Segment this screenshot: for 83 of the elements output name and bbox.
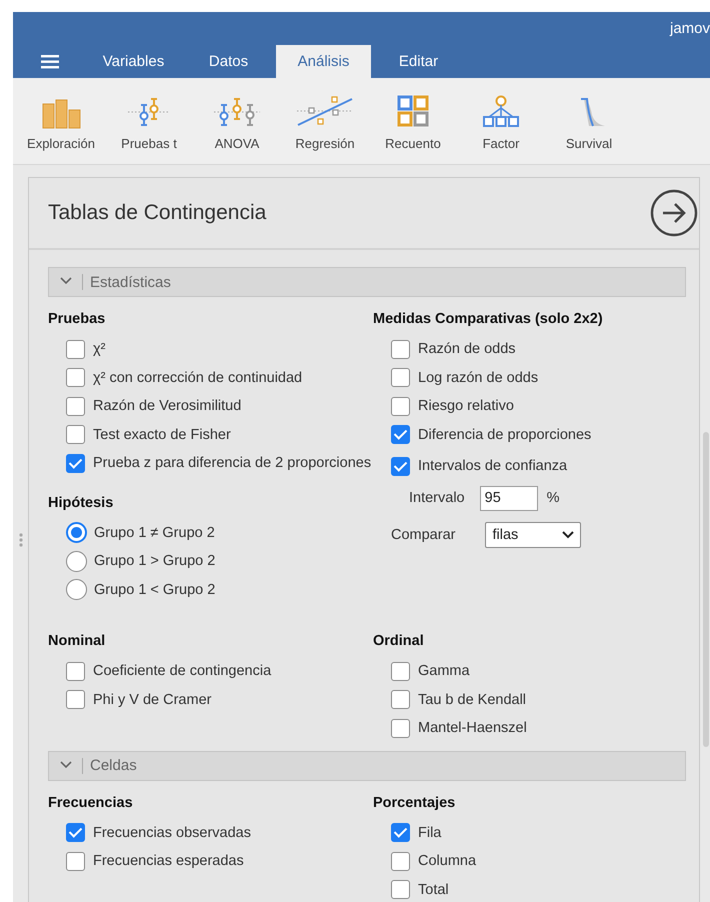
group-heading: Hipótesis — [48, 494, 114, 512]
group-heading: Ordinal — [373, 632, 425, 651]
menu-icon[interactable] — [40, 54, 58, 68]
option-label: Prueba z para diferencia de 2 proporciones — [93, 455, 372, 472]
checkbox[interactable] — [391, 456, 410, 476]
checkbox[interactable] — [66, 852, 85, 871]
checkbox[interactable] — [391, 340, 410, 359]
tab[interactable]: Editar — [371, 45, 466, 78]
arrow-right-button[interactable] — [650, 189, 698, 237]
section-header[interactable]: Estadísticas — [48, 267, 686, 297]
checkbox[interactable] — [391, 425, 410, 444]
option-label: Frecuencias observadas — [93, 824, 251, 841]
field-label: Intervalo — [409, 490, 465, 506]
checkbox[interactable] — [391, 368, 410, 388]
option-label: Test exacto de Fisher — [93, 426, 231, 443]
section-header[interactable]: Celdas — [48, 750, 686, 780]
tab[interactable]: Variables — [86, 45, 181, 78]
option-label: Frecuencias esperadas — [93, 853, 244, 870]
error-bars-icon — [127, 95, 171, 129]
checkbox[interactable] — [391, 823, 410, 842]
radio-button[interactable] — [66, 579, 87, 600]
option-label: Mantel-Haenszel — [418, 720, 527, 736]
field-label: Comparar — [391, 527, 456, 543]
unit-label: % — [546, 490, 560, 506]
window-title: jamov — [670, 20, 710, 37]
checkbox[interactable] — [391, 852, 410, 871]
option-label: Diferencia de proporciones — [418, 426, 592, 443]
panel-title: Tablas de Contingencia — [48, 201, 266, 225]
checkbox[interactable] — [391, 396, 410, 416]
radio-button[interactable] — [66, 522, 87, 544]
chevron-down-icon — [60, 760, 72, 770]
error-bars-icon — [213, 95, 261, 129]
option-label: χ² con corrección de continuidad — [93, 370, 302, 386]
option-label: Intervalos de confianza — [418, 458, 568, 474]
checkbox[interactable] — [66, 823, 85, 842]
checkbox[interactable] — [391, 662, 410, 681]
option-label: Fila — [418, 824, 442, 841]
option-label: Grupo 1 < Grupo 2 — [94, 582, 216, 598]
checkbox[interactable] — [66, 662, 85, 681]
option-label: Log razón de odds — [418, 370, 538, 386]
checkbox[interactable] — [66, 454, 85, 473]
select-field[interactable]: filas — [485, 522, 582, 548]
option-label: χ² — [93, 341, 106, 358]
option-label: Phi y V de Cramer — [93, 692, 212, 708]
group-heading: Nominal — [48, 632, 106, 651]
group-heading: Medidas Comparativas (solo 2x2) — [373, 310, 604, 329]
checkbox[interactable] — [391, 880, 410, 900]
group-heading: Frecuencias — [48, 794, 134, 812]
tab[interactable]: Análisis — [276, 45, 371, 78]
drag-handle-icon — [18, 532, 22, 546]
option-label: Grupo 1 > Grupo 2 — [94, 553, 216, 570]
radio-button[interactable] — [66, 550, 87, 572]
option-label: Coeficiente de contingencia — [93, 663, 272, 680]
checkbox[interactable] — [66, 340, 85, 359]
toolbar-button[interactable]: Factor — [457, 78, 545, 164]
option-label: Razón de Verosimilitud — [93, 398, 242, 414]
checkbox[interactable] — [66, 396, 85, 416]
checkbox[interactable] — [66, 425, 85, 444]
group-heading: Porcentajes — [373, 794, 456, 812]
tab[interactable]: Datos — [181, 45, 276, 78]
scrollbar[interactable] — [703, 432, 709, 747]
chevron-down-icon — [60, 277, 72, 287]
checkbox[interactable] — [391, 690, 410, 710]
toolbar-button[interactable]: Survival — [545, 78, 633, 164]
toolbar-button[interactable]: Exploración — [17, 78, 105, 164]
group-heading: Pruebas — [48, 310, 106, 329]
option-label: Tau b de Kendall — [418, 692, 526, 708]
number-field[interactable]: 95 — [480, 486, 538, 510]
chevron-down-icon — [562, 531, 574, 539]
option-label: Razón de odds — [418, 341, 516, 358]
toolbar-button[interactable]: Pruebas t — [105, 78, 193, 164]
option-label: Total — [418, 882, 449, 898]
option-label: Grupo 1 ≠ Grupo 2 — [94, 524, 215, 541]
checkbox[interactable] — [391, 718, 410, 738]
toolbar-button[interactable]: Recuento — [369, 78, 457, 164]
toolbar-button[interactable]: Regresión — [281, 78, 369, 164]
option-label: Gamma — [418, 663, 470, 680]
option-label: Riesgo relativo — [418, 398, 514, 414]
option-label: Columna — [418, 853, 476, 870]
toolbar-button[interactable]: ANOVA — [193, 78, 281, 164]
checkbox[interactable] — [66, 368, 85, 388]
tree-diagram-icon — [481, 95, 521, 129]
checkbox[interactable] — [66, 690, 85, 710]
